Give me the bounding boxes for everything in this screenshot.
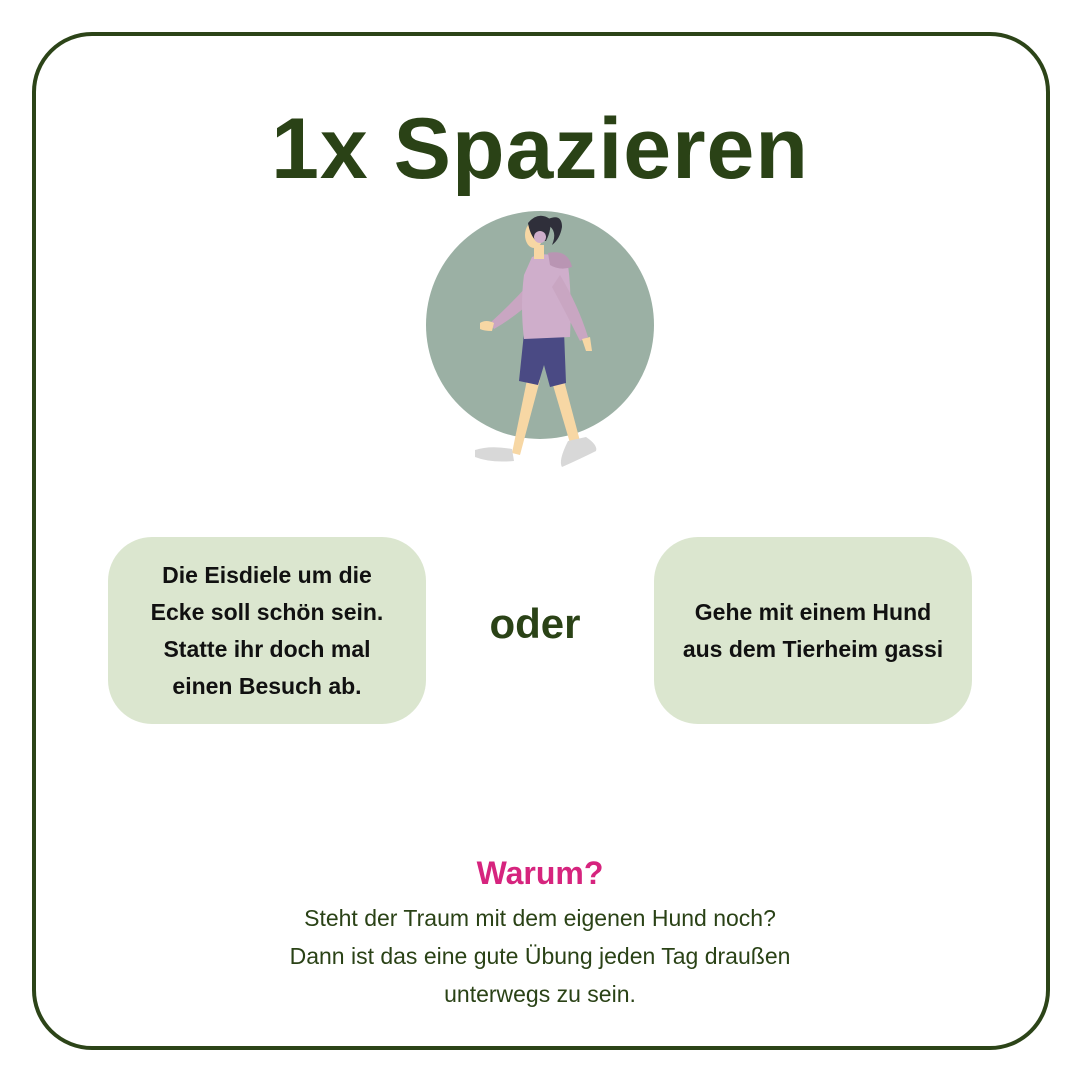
option-ice-cream-text: Die Eisdiele um die Ecke soll schön sein…	[150, 561, 384, 699]
option-dog-walk: Gehe mit einem Hund aus dem Tierheim gas…	[654, 537, 972, 724]
walking-woman-icon	[426, 211, 654, 467]
front-shoe	[560, 437, 597, 467]
back-hand	[480, 321, 494, 331]
why-heading: Warum?	[476, 855, 604, 891]
option-dog-walk-text: Gehe mit einem Hund aus dem Tierheim gas…	[682, 598, 944, 662]
or-separator: oder	[489, 600, 581, 647]
option-ice-cream: Die Eisdiele um die Ecke soll schön sein…	[108, 537, 426, 724]
back-shoe	[475, 447, 514, 462]
why-text: Steht der Traum mit dem eigenen Hund noc…	[289, 905, 791, 1007]
headphone	[534, 231, 546, 243]
page-title: 1x Spazieren	[271, 101, 809, 197]
